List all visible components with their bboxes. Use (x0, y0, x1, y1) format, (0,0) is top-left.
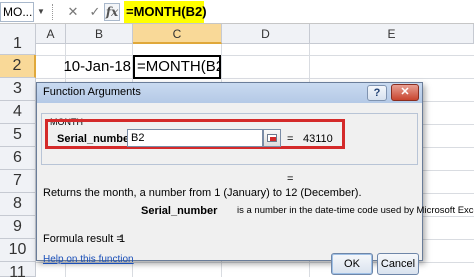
row-header-2[interactable]: 2 (0, 55, 36, 78)
row-header-8[interactable]: 8 (0, 193, 36, 216)
serial-number-label: Serial_number (57, 133, 134, 145)
row-header-10[interactable]: 10 (0, 239, 36, 262)
grid-line (36, 78, 474, 79)
row-header-5[interactable]: 5 (0, 124, 36, 147)
column-header-b[interactable]: B (66, 24, 133, 44)
argument-equals-sign: = (287, 133, 294, 145)
column-header-e[interactable]: E (310, 24, 474, 44)
function-arguments-dialog: Function Arguments ? ✕ MONTH Serial_numb… (36, 82, 474, 275)
row-header-11[interactable]: 11 (0, 262, 36, 277)
column-header-c[interactable]: C (133, 24, 222, 44)
row-header-7[interactable]: 7 (0, 170, 36, 193)
cancel-entry-icon[interactable]: ✕ (64, 3, 82, 21)
enter-entry-icon[interactable]: ✓ (86, 3, 104, 21)
row-header-4[interactable]: 4 (0, 101, 36, 124)
row-header-3[interactable]: 3 (0, 78, 36, 101)
row-header-6[interactable]: 6 (0, 147, 36, 170)
formula-result-label: Formula result = (43, 233, 123, 245)
serial-number-input[interactable]: B2 (127, 129, 263, 147)
insert-function-button[interactable]: fx (104, 3, 120, 21)
dialog-title: Function Arguments (43, 86, 141, 98)
collapse-glyph-selection (270, 137, 276, 141)
argument-evaluated-value: 43110 (303, 133, 333, 145)
result-equals-sign: = (287, 173, 294, 185)
dialog-body: MONTH Serial_number B2 = 43110 = Returns… (37, 103, 474, 275)
cancel-button[interactable]: Cancel (377, 253, 419, 275)
help-on-function-link[interactable]: Help on this function (43, 254, 134, 265)
cell-c2-active[interactable]: =MONTH(B2) (133, 55, 221, 79)
collapse-dialog-icon[interactable] (263, 129, 281, 147)
help-icon[interactable]: ? (367, 85, 387, 101)
column-header-a[interactable]: A (36, 24, 66, 44)
ok-button[interactable]: OK (331, 253, 373, 275)
formula-input[interactable]: =MONTH(B2) (124, 1, 207, 23)
name-box-dropdown-icon[interactable]: ▼ (36, 2, 46, 22)
formula-bar-separator (52, 4, 56, 20)
parameter-name: Serial_number (141, 205, 218, 217)
parameter-description: is a number in the date-time code used b… (237, 205, 474, 216)
close-icon[interactable]: ✕ (391, 84, 419, 101)
function-description: Returns the month, a number from 1 (Janu… (43, 187, 362, 199)
row-header-9[interactable]: 9 (0, 216, 36, 239)
row-header-1[interactable]: 1 (0, 33, 36, 55)
cell-b2[interactable]: 10-Jan-18 (36, 56, 133, 78)
formula-result-value: 1 (119, 233, 126, 245)
column-header-d[interactable]: D (222, 24, 310, 44)
name-box[interactable]: MO... (0, 2, 34, 22)
formula-bar: MO... ▼ ✕ ✓ fx =MONTH(B2) (0, 0, 474, 24)
dialog-titlebar[interactable]: Function Arguments ? ✕ (37, 83, 422, 103)
